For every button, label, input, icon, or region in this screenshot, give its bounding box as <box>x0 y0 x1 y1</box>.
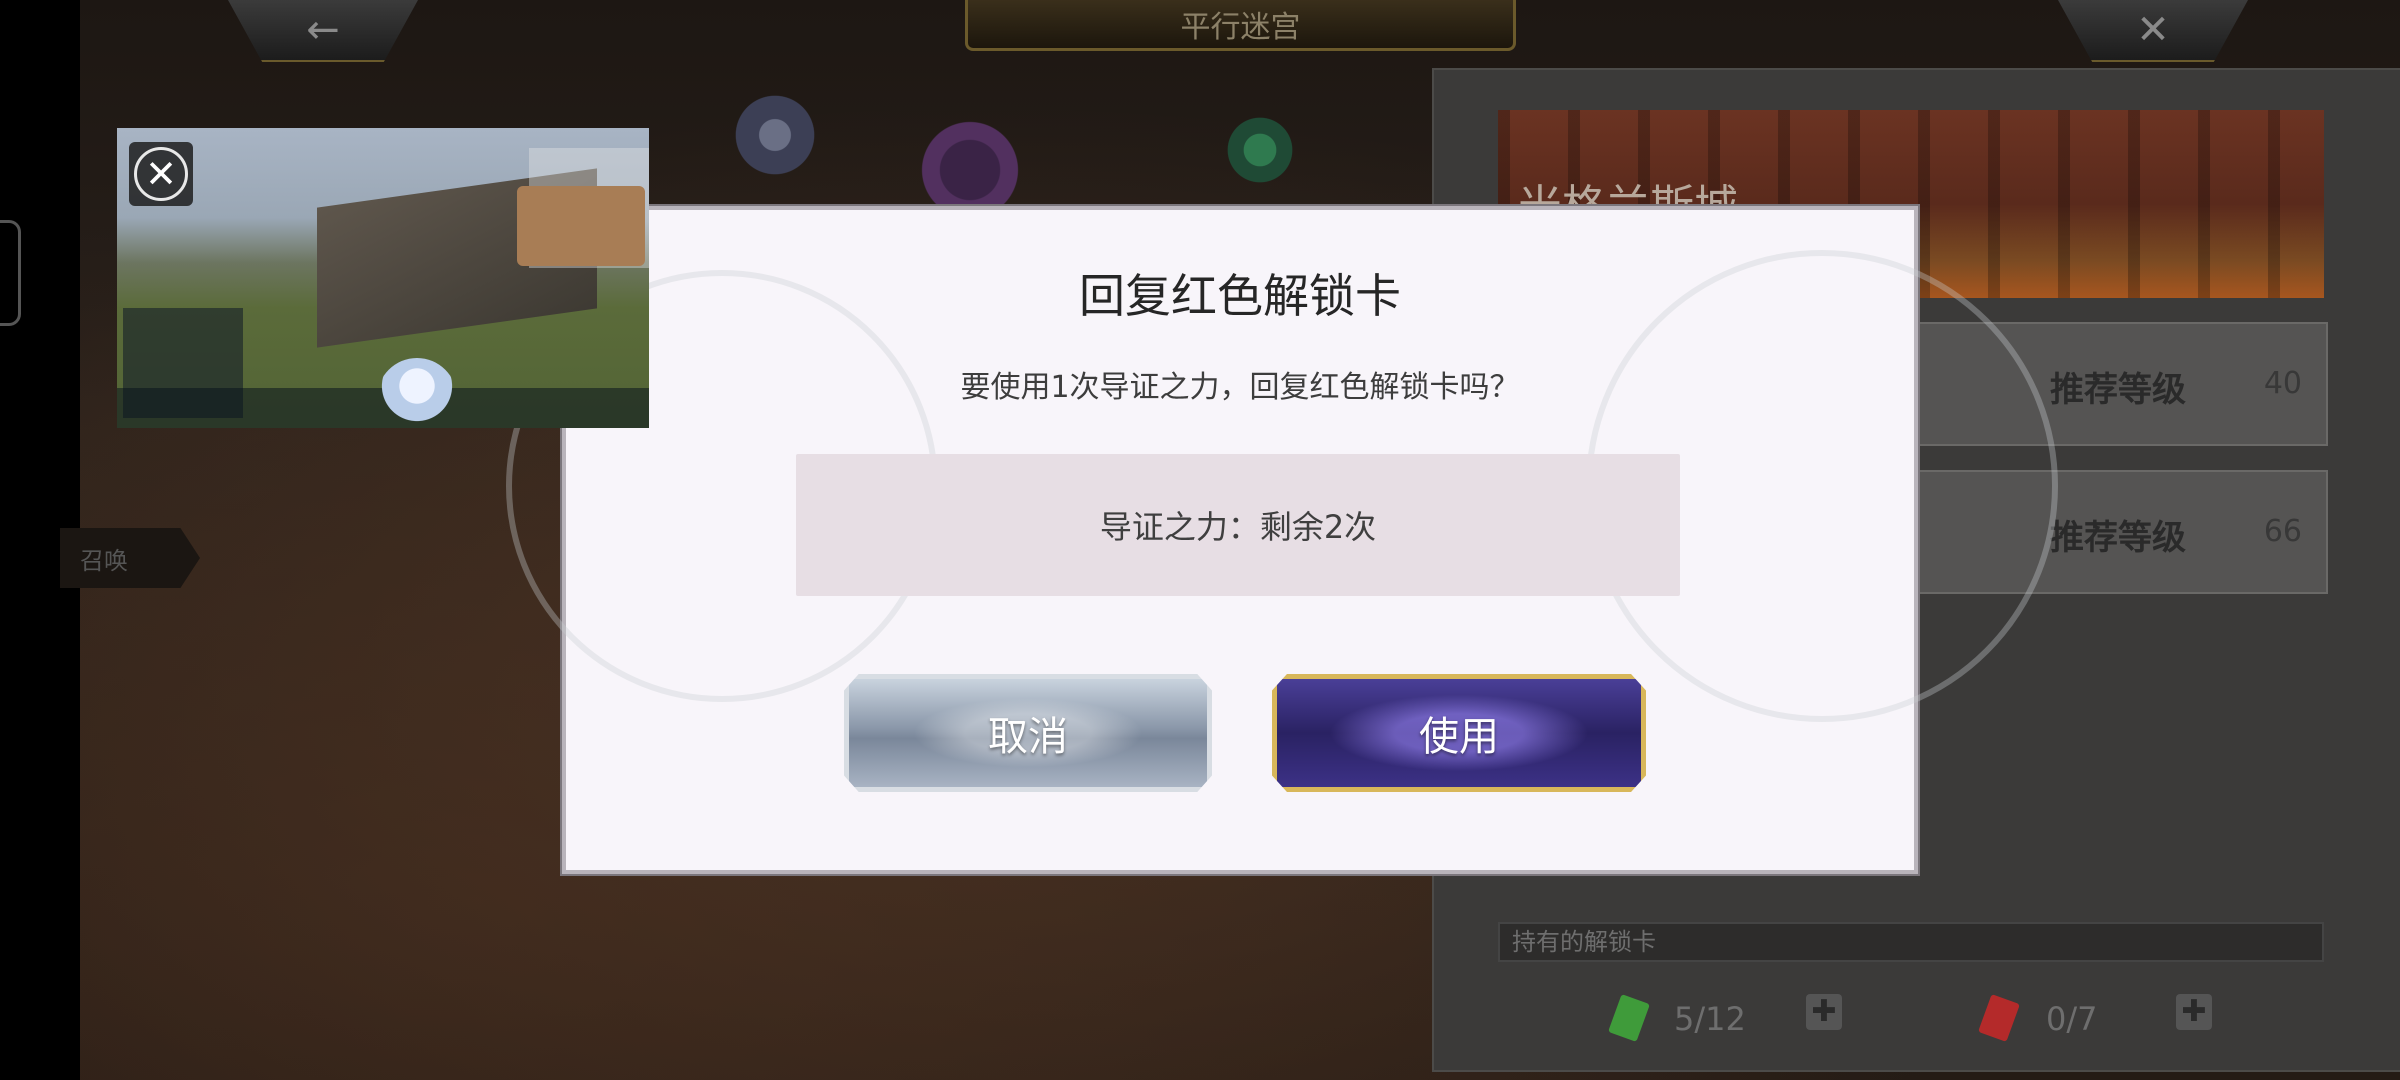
emblem-green-icon <box>1210 110 1310 190</box>
back-arrow-icon: ← <box>306 7 340 53</box>
cancel-button[interactable]: 取消 <box>844 674 1212 792</box>
red-card-count: 0/7 <box>2046 1000 2098 1038</box>
recommended-level-label: 推荐等级 <box>2050 370 2186 410</box>
remaining-power-box: 导证之力：剩余2次 <box>796 454 1680 596</box>
left-edge-bracket <box>0 220 21 326</box>
add-green-card-button[interactable]: ✚ <box>1806 994 1842 1030</box>
emblem-star-icon <box>720 80 830 190</box>
chibi-avatar-icon <box>377 358 457 428</box>
cancel-button-label: 取消 <box>988 714 1068 760</box>
recommended-level-label: 推荐等级 <box>2050 518 2186 558</box>
add-red-card-button[interactable]: ✚ <box>2176 994 2212 1030</box>
recommended-level-value: 40 <box>2263 366 2302 401</box>
restore-card-dialog: 回复红色解锁卡 要使用1次导证之力，回复红色解锁卡吗？ 导证之力：剩余2次 取消… <box>506 206 2058 874</box>
dialog-message: 要使用1次导证之力，回复红色解锁卡吗？ <box>960 370 1520 405</box>
recommended-level-value: 66 <box>2263 514 2302 549</box>
close-icon: ✕ <box>2136 7 2170 53</box>
green-card-icon <box>1608 994 1650 1042</box>
remaining-power-text: 导证之力：剩余2次 <box>1099 508 1377 546</box>
dialog-title: 回复红色解锁卡 <box>1079 269 1401 323</box>
side-tag[interactable]: 召唤 <box>60 528 200 588</box>
owned-cards-label: 持有的解锁卡 <box>1498 922 2324 962</box>
use-button[interactable]: 使用 <box>1272 674 1646 792</box>
floating-video-window[interactable]: ✕ <box>117 128 649 428</box>
boar-avatar-icon <box>517 186 645 266</box>
use-button-label: 使用 <box>1419 714 1499 760</box>
green-card-count: 5/12 <box>1674 1000 1746 1038</box>
side-tag-label: 召唤 <box>80 546 128 575</box>
red-card-icon <box>1978 994 2020 1042</box>
close-video-button[interactable]: ✕ <box>129 142 193 206</box>
page-title: 平行迷宫 <box>965 0 1516 51</box>
close-icon: ✕ <box>134 147 188 201</box>
